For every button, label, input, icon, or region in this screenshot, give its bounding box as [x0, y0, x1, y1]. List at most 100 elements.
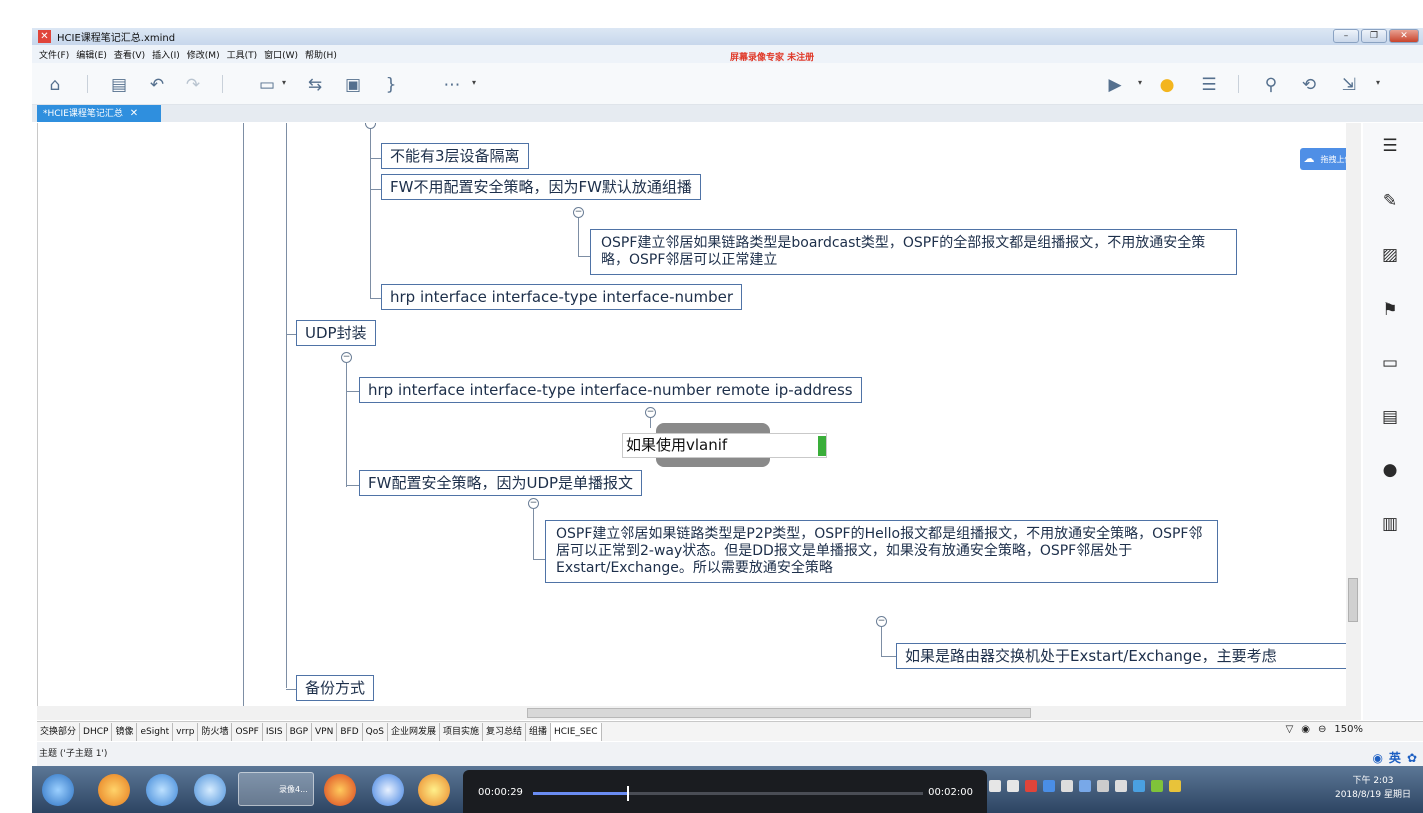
- notes-icon[interactable]: ▤: [1379, 406, 1401, 428]
- tray-icon[interactable]: [1043, 780, 1055, 792]
- close-tab-icon[interactable]: ✕: [130, 108, 138, 119]
- sheet-tab[interactable]: 项目实施: [440, 722, 483, 741]
- vertical-scrollbar[interactable]: [1346, 123, 1361, 706]
- topic-backup-mode[interactable]: 备份方式: [296, 675, 375, 701]
- vertical-scroll-thumb[interactable]: [1348, 578, 1358, 622]
- image-icon[interactable]: ▨: [1379, 244, 1401, 266]
- comments-icon[interactable]: ●: [1379, 459, 1401, 481]
- task-clipboard-icon[interactable]: ▥: [1379, 513, 1401, 535]
- summary-icon[interactable]: }: [380, 74, 402, 96]
- more-icon[interactable]: ⋯: [441, 74, 463, 96]
- tray-icon[interactable]: [1133, 780, 1145, 792]
- callout-icon[interactable]: ▣: [342, 74, 364, 96]
- topic-fw-multicast[interactable]: FW不用配置安全策略，因为FW默认放通组播: [381, 174, 701, 200]
- sheet-tab[interactable]: 组播: [526, 722, 551, 741]
- ie-icon[interactable]: [194, 774, 226, 806]
- tray-icon[interactable]: [1007, 780, 1019, 792]
- cloud-app-icon[interactable]: [372, 774, 404, 806]
- firefox-icon[interactable]: [324, 774, 356, 806]
- topic-router-exstart[interactable]: 如果是路由器交换机处于Exstart/Exchange，主要考虑: [896, 643, 1361, 669]
- tray-icon[interactable]: [1025, 780, 1037, 792]
- video-seek-track[interactable]: [533, 786, 923, 801]
- tray-icon[interactable]: [1151, 780, 1163, 792]
- sheet-tab[interactable]: OSPF: [232, 722, 263, 741]
- format-brush-icon[interactable]: ✎: [1379, 190, 1401, 212]
- chevron-down-icon[interactable]: ▾: [282, 78, 286, 87]
- start-button[interactable]: [42, 774, 74, 806]
- sheet-tab[interactable]: 企业网发展: [388, 722, 440, 741]
- sheet-tab[interactable]: DHCP: [80, 722, 113, 741]
- menu-tools[interactable]: 工具(T): [227, 48, 258, 61]
- outline-icon[interactable]: ☰: [1198, 74, 1220, 96]
- chevron-down-icon[interactable]: ▾: [472, 78, 476, 87]
- horizontal-scrollbar[interactable]: [37, 706, 1361, 720]
- topic-fw-unicast[interactable]: FW配置安全策略，因为UDP是单播报文: [359, 470, 643, 496]
- marker-flag-icon[interactable]: ⚑: [1379, 299, 1401, 321]
- sheet-tab[interactable]: 防火墙: [198, 722, 233, 741]
- topic-hrp-remote[interactable]: hrp interface interface-type interface-n…: [359, 377, 862, 403]
- collapse-toggle[interactable]: −: [876, 616, 887, 627]
- network-icon[interactable]: [1097, 780, 1109, 792]
- topic-no-l3-isolation[interactable]: 不能有3层设备隔离: [381, 143, 529, 169]
- relationship-icon[interactable]: ⇆: [304, 74, 326, 96]
- sheet-tab[interactable]: 交换部分: [37, 722, 81, 741]
- horizontal-scroll-thumb[interactable]: [527, 708, 1031, 718]
- collapse-toggle[interactable]: −: [341, 352, 352, 363]
- menu-insert[interactable]: 插入(I): [152, 48, 180, 61]
- sheet-tab-active[interactable]: HCIE_SEC: [551, 722, 602, 741]
- sheet-tab[interactable]: QoS: [363, 722, 388, 741]
- export-icon[interactable]: ⇲: [1338, 74, 1360, 96]
- chevron-down-icon[interactable]: ▾: [1376, 78, 1380, 87]
- window-title-bar[interactable]: ✕ HCIE课程笔记汇总.xmind – ❐ ✕: [32, 28, 1423, 45]
- sheet-tab[interactable]: eSight: [137, 722, 174, 741]
- menu-edit[interactable]: 编辑(E): [76, 48, 107, 61]
- sheet-tab[interactable]: 复习总结: [483, 722, 526, 741]
- sheet-tab[interactable]: 镜像: [112, 722, 138, 741]
- maximize-button[interactable]: ❐: [1361, 29, 1387, 43]
- taskbar-clock[interactable]: 下午 2:03 2018/8/19 星期日: [1335, 774, 1411, 802]
- topic-ospf-p2p-note[interactable]: OSPF建立邻居如果链路类型是P2P类型，OSPF的Hello报文都是组播报文，…: [545, 520, 1218, 583]
- undo-icon[interactable]: ↶: [146, 74, 168, 96]
- collapse-toggle[interactable]: −: [573, 207, 584, 218]
- chrome-icon[interactable]: [418, 774, 450, 806]
- collapse-toggle[interactable]: −: [365, 123, 376, 129]
- minimize-button[interactable]: –: [1333, 29, 1359, 43]
- font-panel-icon[interactable]: ▭: [1379, 352, 1401, 374]
- presentation-icon[interactable]: ▶: [1104, 74, 1126, 96]
- taskbar-recorder-item[interactable]: 录像4...: [238, 772, 314, 806]
- collapse-toggle[interactable]: −: [645, 407, 656, 418]
- ie-browser-icon[interactable]: [146, 774, 178, 806]
- sheet-tab[interactable]: VPN: [312, 722, 338, 741]
- tray-icon[interactable]: [1079, 780, 1091, 792]
- topic-udp-encap[interactable]: UDP封装: [296, 320, 376, 346]
- chevron-down-icon[interactable]: ▾: [1138, 78, 1142, 87]
- topic-edit-input[interactable]: 如果使用vlanif: [622, 433, 827, 458]
- sheet-tab[interactable]: BFD: [337, 722, 363, 741]
- tray-icon[interactable]: [1061, 780, 1073, 792]
- lightbulb-icon[interactable]: ●: [1156, 74, 1178, 96]
- tray-icon[interactable]: [989, 780, 1001, 792]
- menu-view[interactable]: 查看(V): [114, 48, 145, 61]
- document-tab[interactable]: *HCIE课程笔记汇总 ✕: [37, 105, 161, 122]
- collapse-toggle[interactable]: −: [528, 498, 539, 509]
- menu-modify[interactable]: 修改(M): [187, 48, 220, 61]
- eye-icon[interactable]: ◉: [1301, 724, 1310, 735]
- close-button[interactable]: ✕: [1389, 29, 1419, 43]
- sheet-tab[interactable]: BGP: [287, 722, 313, 741]
- topic-hrp-interface[interactable]: hrp interface interface-type interface-n…: [381, 284, 743, 310]
- sheet-tab[interactable]: ISIS: [263, 722, 287, 741]
- search-icon[interactable]: ⚲: [1260, 74, 1282, 96]
- outline-panel-icon[interactable]: ☰: [1379, 135, 1401, 157]
- mindmap-canvas[interactable]: − 不能有3层设备隔离 FW不用配置安全策略，因为FW默认放通组播 − OSPF…: [37, 123, 1361, 706]
- share-icon[interactable]: ⟲: [1298, 74, 1320, 96]
- app-icon[interactable]: [98, 774, 130, 806]
- zoom-level[interactable]: 150%: [1334, 724, 1363, 735]
- sheet-tab[interactable]: vrrp: [173, 722, 199, 741]
- filter-icon[interactable]: ▽: [1286, 724, 1294, 735]
- save-icon[interactable]: ▤: [108, 74, 130, 96]
- menu-file[interactable]: 文件(F): [39, 48, 69, 61]
- menu-help[interactable]: 帮助(H): [305, 48, 337, 61]
- volume-icon[interactable]: [1115, 780, 1127, 792]
- zoom-out-icon[interactable]: ⊖: [1318, 724, 1326, 735]
- insert-topic-icon[interactable]: ▭: [256, 74, 278, 96]
